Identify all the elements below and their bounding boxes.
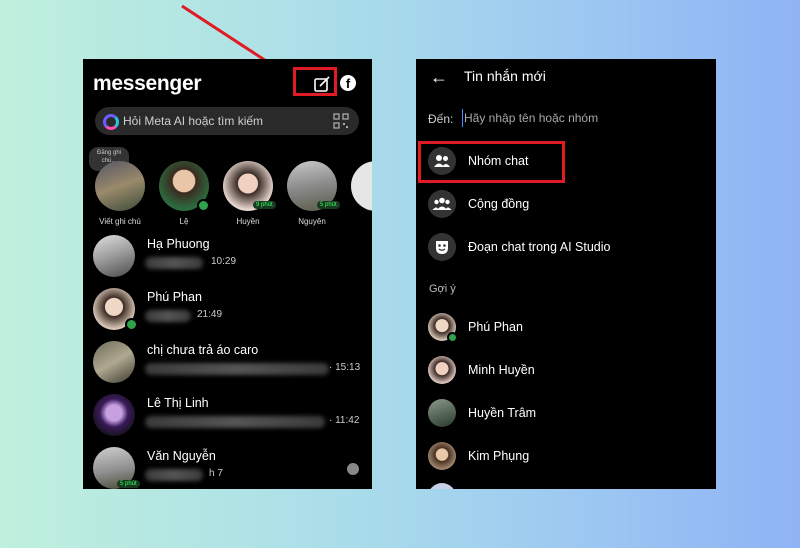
messenger-home-screen: messenger f Hỏi Meta AI hoặc tìm kiếm Đă… xyxy=(83,59,372,489)
story-label: Viết ghi chú xyxy=(99,217,141,226)
story-badge: 5 phút xyxy=(317,201,340,209)
story-badge: 5 phút xyxy=(117,480,140,488)
avatar xyxy=(93,394,135,436)
suggested-contact[interactable]: Huyền Trâm xyxy=(428,399,688,429)
conversation-name: Phú Phan xyxy=(147,290,202,304)
option-label: Đoạn chat trong AI Studio xyxy=(468,240,611,254)
suggested-contact[interactable]: Minh Huyền xyxy=(428,356,688,386)
search-bar[interactable]: Hỏi Meta AI hoặc tìm kiếm xyxy=(95,107,359,135)
conversation-item[interactable]: Phú Phan 21:49 xyxy=(93,288,365,334)
back-arrow-icon[interactable]: ← xyxy=(430,67,448,88)
community-icon xyxy=(428,190,456,218)
story-label: Tr xyxy=(346,217,372,226)
new-message-screen: ← Tin nhắn mới Đến: Nhóm chat Cộng đồng … xyxy=(416,59,716,489)
conversation-time: 21:49 xyxy=(197,309,223,320)
blurred-preview xyxy=(145,310,191,322)
seen-avatar xyxy=(347,463,359,475)
option-ai-studio[interactable]: Đoạn chat trong AI Studio xyxy=(428,233,698,263)
conversation-name: Hạ Phuong xyxy=(147,237,210,251)
story-avatar[interactable] xyxy=(351,161,372,211)
conversation-item[interactable]: Lê Thị Linh · 11:42 xyxy=(93,394,365,440)
conversation-name: chị chưa trả áo caro xyxy=(147,343,259,357)
ai-studio-icon xyxy=(428,233,456,261)
compose-highlight-box xyxy=(293,67,337,96)
online-indicator xyxy=(197,199,210,212)
avatar xyxy=(93,341,135,383)
story-label: Huyền xyxy=(236,217,260,226)
option-community[interactable]: Cộng đồng xyxy=(428,190,698,220)
option-label: Cộng đồng xyxy=(468,197,530,211)
blurred-preview xyxy=(145,416,325,428)
page-title: Tin nhắn mới xyxy=(464,68,546,84)
to-label: Đến: xyxy=(428,112,454,126)
contact-name: Huyền Trâm xyxy=(468,406,537,420)
blurred-preview xyxy=(145,363,329,375)
search-placeholder: Hỏi Meta AI hoặc tìm kiếm xyxy=(123,114,264,128)
avatar xyxy=(428,356,456,384)
suggested-contact[interactable]: Phú Phan xyxy=(428,313,688,343)
avatar xyxy=(428,399,456,427)
story-label: Lệ xyxy=(179,217,189,226)
online-indicator xyxy=(447,332,458,343)
contact-name: Minh Huyền xyxy=(468,363,535,377)
conversation-time: · 15:13 xyxy=(329,362,361,373)
avatar xyxy=(93,235,135,277)
conversation-time: 10:29 xyxy=(211,256,237,267)
app-title: messenger xyxy=(93,72,202,95)
conversation-name: Văn Nguyễn xyxy=(147,449,216,463)
story-badge: 9 phút xyxy=(253,201,276,209)
contact-name: Phú Phan xyxy=(468,320,523,334)
conversation-time: · 11:42 xyxy=(329,415,360,426)
group-chat-highlight-box xyxy=(418,141,565,183)
conversation-time: h 7 xyxy=(209,468,223,479)
story-label: Nguyên xyxy=(298,217,326,226)
conversation-item[interactable]: chị chưa trả áo caro · 15:13 xyxy=(93,341,365,387)
facebook-icon[interactable]: f xyxy=(340,75,356,91)
avatar[interactable] xyxy=(428,483,456,489)
suggested-contact[interactable]: Kim Phụng xyxy=(428,442,688,472)
conversation-name: Lê Thị Linh xyxy=(147,396,209,410)
meta-ai-icon xyxy=(103,114,119,130)
blurred-preview xyxy=(145,469,203,481)
online-indicator xyxy=(125,318,138,331)
story-avatar-self[interactable] xyxy=(95,161,145,211)
conversation-item[interactable]: 5 phút Văn Nguyễn h 7 xyxy=(93,447,365,489)
blurred-preview xyxy=(145,257,203,269)
recipient-input[interactable] xyxy=(462,109,694,127)
suggestions-heading: Gợi ý xyxy=(429,283,456,295)
qr-code-icon[interactable] xyxy=(333,113,349,129)
conversation-item[interactable]: Hạ Phuong 10:29 xyxy=(93,235,365,281)
avatar xyxy=(428,442,456,470)
contact-name: Kim Phụng xyxy=(468,449,530,463)
